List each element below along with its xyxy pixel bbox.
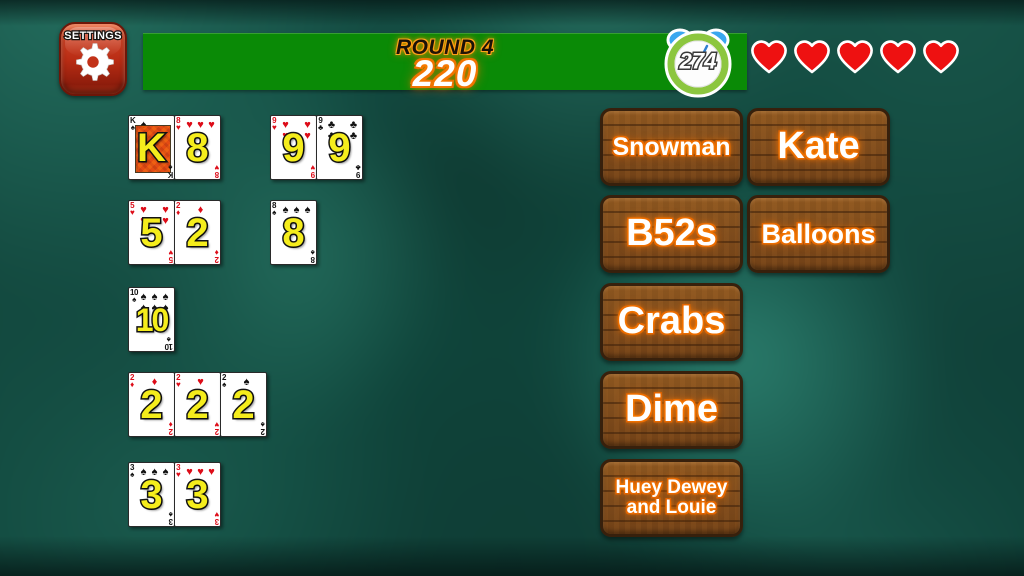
card-group: ♠ ♠ ♠ ♠ ♠ ♠ 10 ♠ 10 ♠ 10: [128, 287, 175, 352]
answer-button[interactable]: Huey Dewey and Louie: [600, 459, 743, 537]
playing-card[interactable]: ♥ ♥ ♥ ♥ 9 ♥ 9 ♥ 9: [270, 115, 317, 180]
card-rank: 10: [134, 300, 171, 339]
answer-button[interactable]: Dime: [600, 371, 743, 449]
card-rank: 2: [139, 382, 164, 427]
heart-icon: [880, 40, 916, 74]
card-group: ♠ ♠ ♠ 8 ♠ 8 ♠ 8: [270, 200, 317, 265]
playing-card[interactable]: ♦ 2 ♦ 2 ♦ 2: [128, 372, 175, 437]
answer-button-label: Snowman: [612, 132, 731, 161]
card-rank: K: [136, 125, 168, 170]
card-rank: 3: [139, 472, 164, 517]
heart-icon: [837, 40, 873, 74]
card-rank: 8: [281, 210, 306, 255]
heart-icon: [794, 40, 830, 74]
playing-card[interactable]: ♣ ♣ ♣ ♣ 9 ♣ 9 ♣ 9: [316, 115, 363, 180]
card-rank: 9: [281, 125, 306, 170]
answer-button[interactable]: Kate: [747, 108, 890, 186]
answer-button-label: Huey Dewey and Louie: [615, 477, 728, 518]
heart-icon: [923, 40, 959, 74]
card-rank: 3: [185, 472, 210, 517]
card-area: ♠K♠K♠K♥♥♥8♥8♥8 ♥♥♥♥9♥9♥9♣♣♣♣9♣9♣9 ♥♥♥♥5♥5♥…: [0, 0, 560, 576]
answer-button[interactable]: Snowman: [600, 108, 743, 186]
lives-display: [750, 38, 960, 74]
card-group: ♠K♠K♠K♥♥♥8♥8♥8: [128, 115, 221, 180]
playing-card[interactable]: ♠ ♠ ♠ 8 ♠ 8 ♠ 8: [270, 200, 317, 265]
answer-button[interactable]: Crabs: [600, 283, 743, 361]
card-rank: 2: [231, 382, 256, 427]
playing-card[interactable]: ♦ 2 ♦ 2 ♦ 2: [174, 200, 221, 265]
playing-card[interactable]: ♥ 2 ♥ 2 ♥ 2: [174, 372, 221, 437]
playing-card[interactable]: ♥ ♥ ♥ 8 ♥ 8 ♥ 8: [174, 115, 221, 180]
card-rank: 9: [327, 125, 352, 170]
playing-card[interactable]: ♠ ♠ ♠ ♠ ♠ ♠ 10 ♠ 10 ♠ 10: [128, 287, 175, 352]
playing-card[interactable]: ♠K♠K♠K: [128, 115, 175, 180]
game-screen: SETTINGS ROUND 4 220 274 ♠K♠K♠K♥♥♥8♥8♥8♥…: [0, 0, 1024, 576]
card-group: ♥ ♥ ♥ ♥ 5 ♥ 5 ♥ 5 ♦ 2 ♦ 2 ♦ 2: [128, 200, 221, 265]
playing-card[interactable]: ♥ ♥ ♥ 3 ♥ 3 ♥ 3: [174, 462, 221, 527]
card-rank: 2: [185, 210, 210, 255]
playing-card[interactable]: ♠ ♠ ♠ 3 ♠ 3 ♠ 3: [128, 462, 175, 527]
card-rank: 8: [185, 125, 210, 170]
answer-button-label: Kate: [777, 125, 860, 168]
card-group: ♥ ♥ ♥ ♥ 9 ♥ 9 ♥ 9 ♣ ♣ ♣ ♣ 9 ♣ 9 ♣ 9: [270, 115, 363, 180]
playing-card[interactable]: ♠ 2 ♠ 2 ♠ 2: [220, 372, 267, 437]
answer-button[interactable]: Balloons: [747, 195, 890, 273]
playing-card[interactable]: ♥ ♥ ♥ ♥ 5 ♥ 5 ♥ 5: [128, 200, 175, 265]
timer-clock: 274: [661, 26, 735, 98]
card-group: ♦ 2 ♦ 2 ♦ 2 ♥ 2 ♥ 2 ♥ 2 ♠ 2 ♠ 2 ♠ 2: [128, 372, 267, 437]
answer-button-label: B52s: [626, 212, 717, 255]
card-rank: 2: [185, 382, 210, 427]
card-group: ♠ ♠ ♠ 3 ♠ 3 ♠ 3 ♥ ♥ ♥ 3 ♥ 3 ♥ 3: [128, 462, 221, 527]
answer-button-label: Crabs: [617, 300, 726, 343]
alarm-clock-icon: [664, 28, 732, 98]
heart-icon: [751, 40, 787, 74]
answer-button-label: Balloons: [761, 218, 876, 249]
card-rank: 5: [139, 210, 164, 255]
answer-button[interactable]: B52s: [600, 195, 743, 273]
answer-button-label: Dime: [625, 388, 718, 431]
